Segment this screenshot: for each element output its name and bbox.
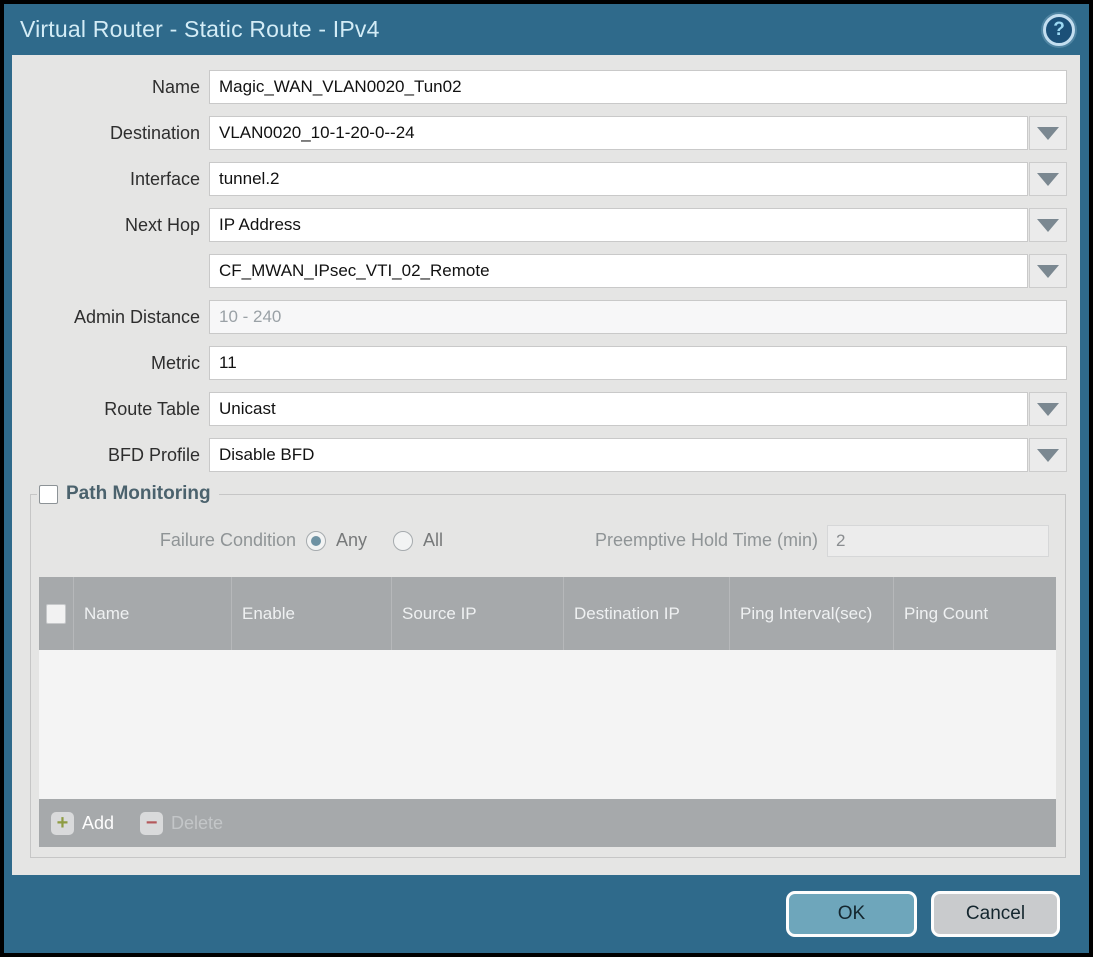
static-route-dialog: Virtual Router - Static Route - IPv4 ? N… [4,4,1089,953]
minus-icon: − [140,812,163,835]
chevron-down-icon [1037,449,1059,462]
failure-condition-options: Any All [306,530,443,551]
route-table-input[interactable] [209,392,1028,426]
column-header-source-ip[interactable]: Source IP [392,577,564,650]
dialog-title: Virtual Router - Static Route - IPv4 [20,16,380,43]
route-table-row: Route Table [12,392,1067,426]
table-body-empty [39,650,1056,799]
admin-distance-input[interactable] [209,300,1067,334]
destination-dropdown-button[interactable] [1029,116,1067,150]
admin-distance-label: Admin Distance [12,307,209,328]
interface-row: Interface [12,162,1067,196]
table-header-row: Name Enable Source IP Destination IP Pin… [39,577,1056,650]
bfd-profile-dropdown-button[interactable] [1029,438,1067,472]
destination-label: Destination [12,123,209,144]
delete-button[interactable]: − Delete [140,812,223,835]
destination-row: Destination [12,116,1067,150]
column-header-destination-ip[interactable]: Destination IP [564,577,730,650]
chevron-down-icon [1037,403,1059,416]
metric-label: Metric [12,353,209,374]
ok-button[interactable]: OK [786,891,917,937]
interface-label: Interface [12,169,209,190]
preemptive-hold-time-input[interactable] [827,525,1049,557]
next-hop-label: Next Hop [12,215,209,236]
path-monitoring-checkbox[interactable] [39,485,58,504]
path-monitoring-section: Path Monitoring Failure Condition Any Al… [30,494,1066,858]
preemptive-hold-time-group: Preemptive Hold Time (min) [595,525,1049,557]
path-monitoring-legend: Path Monitoring [37,483,219,505]
bfd-profile-row: BFD Profile [12,438,1067,472]
column-header-name[interactable]: Name [74,577,232,650]
failure-condition-all-option[interactable]: All [393,530,443,551]
failure-condition-row: Failure Condition Any All Preemptive Hol… [31,524,1049,557]
dialog-content: Name Destination Interface [12,55,1080,875]
failure-condition-any-option[interactable]: Any [306,530,367,551]
path-monitoring-title: Path Monitoring [66,483,211,505]
metric-row: Metric [12,346,1067,380]
name-input[interactable] [209,70,1067,104]
metric-input[interactable] [209,346,1067,380]
table-footer-bar: + Add − Delete [39,799,1056,847]
cancel-button[interactable]: Cancel [931,891,1060,937]
dialog-footer: OK Cancel [4,875,1089,953]
delete-button-label: Delete [171,813,223,834]
chevron-down-icon [1037,127,1059,140]
dialog-titlebar: Virtual Router - Static Route - IPv4 ? [4,4,1089,55]
destination-input[interactable] [209,116,1028,150]
route-table-label: Route Table [12,399,209,420]
any-option-label: Any [336,530,367,551]
route-table-dropdown-button[interactable] [1029,392,1067,426]
all-option-label: All [423,530,443,551]
path-monitoring-table: Name Enable Source IP Destination IP Pin… [39,577,1056,847]
preemptive-hold-time-label: Preemptive Hold Time (min) [595,530,827,551]
next-hop-address-row [12,254,1067,288]
select-all-cell [39,577,74,650]
failure-condition-label: Failure Condition [31,530,306,551]
add-button-label: Add [82,813,114,834]
plus-icon: + [51,812,74,835]
column-header-ping-count[interactable]: Ping Count [894,577,1056,650]
chevron-down-icon [1037,265,1059,278]
column-header-ping-interval[interactable]: Ping Interval(sec) [730,577,894,650]
chevron-down-icon [1037,173,1059,186]
radio-selected-icon [306,531,326,551]
name-label: Name [12,77,209,98]
bfd-profile-label: BFD Profile [12,445,209,466]
next-hop-type-dropdown-button[interactable] [1029,208,1067,242]
help-icon[interactable]: ? [1043,14,1075,46]
add-button[interactable]: + Add [51,812,114,835]
help-glyph: ? [1053,19,1065,41]
chevron-down-icon [1037,219,1059,232]
select-all-checkbox[interactable] [46,604,66,624]
next-hop-type-input[interactable] [209,208,1028,242]
name-row: Name [12,70,1067,104]
column-header-enable[interactable]: Enable [232,577,392,650]
radio-unselected-icon [393,531,413,551]
next-hop-address-dropdown-button[interactable] [1029,254,1067,288]
interface-dropdown-button[interactable] [1029,162,1067,196]
admin-distance-row: Admin Distance [12,300,1067,334]
interface-input[interactable] [209,162,1028,196]
next-hop-row: Next Hop [12,208,1067,242]
bfd-profile-input[interactable] [209,438,1028,472]
next-hop-address-input[interactable] [209,254,1028,288]
